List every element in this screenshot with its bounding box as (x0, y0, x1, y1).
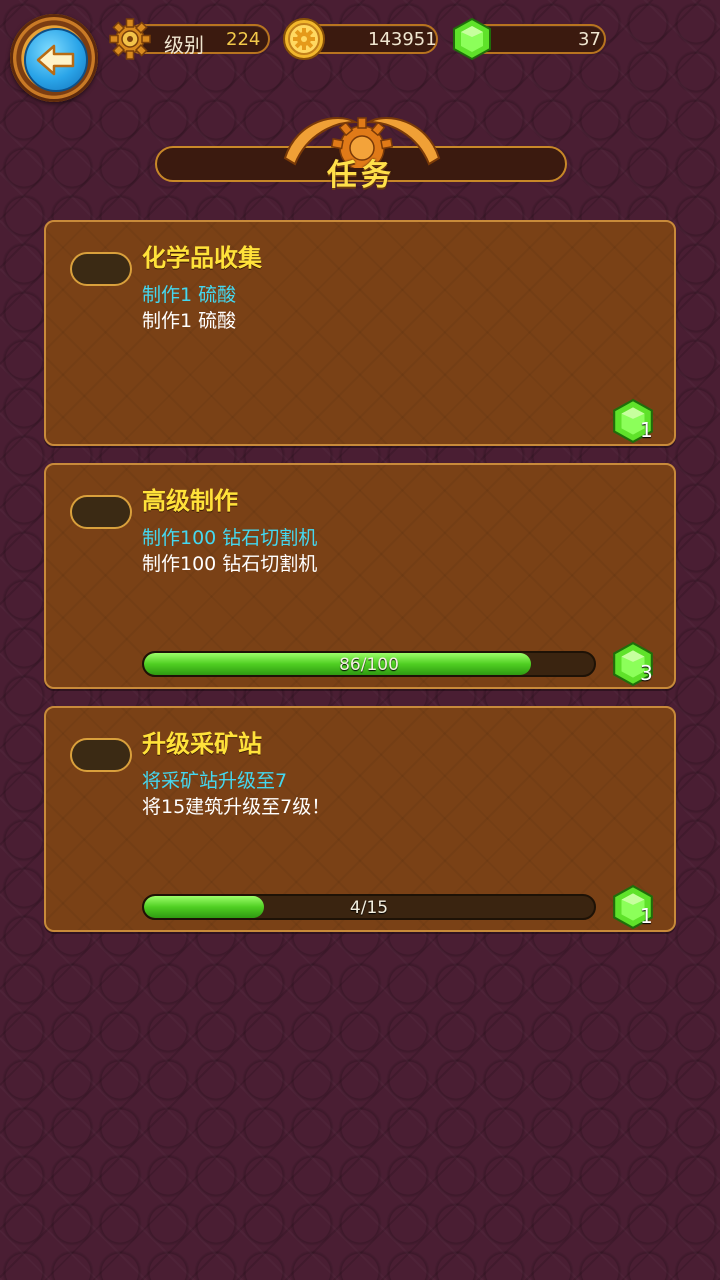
gems-stat: 37 (450, 17, 606, 61)
gear-icon (109, 18, 151, 60)
quest-reward: 3 (610, 641, 656, 687)
gem-icon (453, 17, 491, 61)
reward-count: 3 (640, 661, 653, 685)
quest-description: 制作1 硫酸 (142, 310, 237, 332)
quest-progress-bar: 4/15 (142, 894, 596, 920)
page-title-banner: 任务 (155, 108, 567, 193)
back-arrow-icon (24, 28, 88, 92)
progress-text: 86/100 (339, 655, 399, 675)
quest-title: 化学品收集 (142, 244, 262, 272)
quest-title: 高级制作 (142, 487, 238, 515)
level-value: 224 (226, 29, 261, 50)
top-bar: 级别 224 143951 37 (0, 0, 720, 102)
quest-description: 将15建筑升级至7级！ (142, 796, 331, 818)
quest-goal: 制作1 硫酸 (142, 284, 237, 306)
back-button[interactable] (10, 14, 98, 102)
quest-status-toggle[interactable] (70, 252, 132, 286)
page-title: 任务 (327, 158, 395, 193)
coins-value: 143951 (368, 29, 437, 50)
quest-title: 升级采矿站 (142, 730, 262, 758)
quest-card: 升级采矿站 将采矿站升级至7 将15建筑升级至7级！ 4/15 1 (44, 706, 676, 932)
quest-reward: 1 (610, 884, 656, 930)
level-label: 级别 (164, 33, 204, 57)
quest-status-toggle[interactable] (70, 495, 132, 529)
quest-goal: 制作100 钻石切割机 (142, 527, 318, 549)
reward-count: 1 (640, 418, 653, 442)
gems-value: 37 (578, 29, 601, 50)
quest-card: 高级制作 制作100 钻石切割机 制作100 钻石切割机 86/100 3 (44, 463, 676, 689)
reward-count: 1 (640, 904, 653, 928)
quest-goal: 将采矿站升级至7 (142, 770, 288, 792)
level-stat: 级别 224 (108, 18, 270, 60)
coin-icon (283, 18, 325, 60)
quest-card: 化学品收集 制作1 硫酸 制作1 硫酸 1 (44, 220, 676, 446)
progress-text: 4/15 (349, 898, 389, 918)
quest-progress-bar: 86/100 (142, 651, 596, 677)
quest-description: 制作100 钻石切割机 (142, 553, 318, 575)
coins-stat: 143951 (282, 18, 438, 60)
quest-status-toggle[interactable] (70, 738, 132, 772)
quest-reward: 1 (610, 398, 656, 444)
